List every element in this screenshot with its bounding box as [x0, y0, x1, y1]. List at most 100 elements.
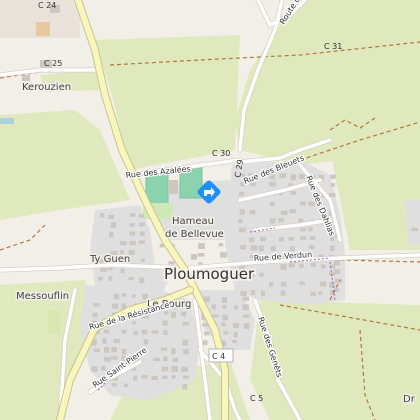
building [110, 222, 117, 229]
building [248, 237, 255, 243]
building [163, 330, 168, 335]
building [161, 347, 168, 351]
building [222, 305, 227, 309]
building [108, 214, 114, 219]
building [198, 253, 205, 257]
building [220, 252, 227, 258]
building [101, 365, 106, 371]
building [99, 213, 105, 218]
building [309, 245, 315, 249]
building [163, 311, 169, 315]
building [171, 311, 176, 318]
building [198, 243, 205, 249]
building [190, 254, 198, 260]
building [278, 237, 285, 242]
building [221, 322, 226, 327]
town-label-ploumoguer: Ploumoguer [164, 265, 255, 283]
building [140, 231, 145, 236]
building [153, 357, 161, 362]
building [320, 281, 327, 287]
building [141, 329, 148, 335]
building [104, 347, 110, 353]
building [233, 323, 240, 329]
building [310, 236, 316, 240]
building [280, 290, 286, 296]
building [212, 314, 219, 318]
building [162, 375, 168, 380]
building [139, 222, 145, 227]
building [321, 264, 326, 269]
place-label-kerouzien: Kerouzien [22, 82, 71, 93]
building [128, 277, 134, 280]
building [91, 366, 98, 372]
building [299, 201, 306, 206]
building [239, 227, 246, 233]
building [171, 375, 176, 379]
building [258, 245, 264, 252]
ref-label-c5: C 5 [250, 394, 263, 403]
ref-label-c4: C 4 [212, 352, 225, 361]
building [218, 243, 224, 247]
building [333, 260, 340, 266]
building [278, 218, 284, 223]
building [92, 312, 98, 318]
building [203, 331, 210, 336]
building [239, 209, 245, 215]
building [222, 314, 228, 321]
building [121, 348, 127, 355]
building [120, 241, 127, 246]
map-canvas[interactable]: Kerouzien Messouflin Ty Guen Hameau de B… [0, 0, 420, 420]
building [93, 348, 100, 353]
building [249, 210, 256, 215]
building [329, 282, 335, 288]
building [211, 304, 216, 310]
building [280, 281, 287, 287]
ref-label-c31: C 31 [324, 42, 342, 51]
place-label-de-bellevue: de Bellevue [165, 229, 224, 240]
building [163, 356, 168, 362]
building [223, 331, 229, 335]
building [131, 321, 137, 325]
building [120, 268, 125, 274]
building [333, 269, 341, 275]
building [111, 356, 118, 360]
building [130, 213, 136, 217]
building [330, 183, 335, 187]
building [202, 340, 208, 345]
building [280, 264, 287, 271]
building [133, 330, 138, 336]
building [221, 297, 228, 303]
building [335, 278, 342, 283]
building [102, 338, 107, 344]
building [129, 231, 136, 236]
building [98, 276, 103, 281]
place-label-messouflin: Messouflin [16, 291, 69, 302]
building [411, 227, 418, 231]
building [280, 210, 288, 215]
building [269, 282, 274, 287]
building [202, 323, 209, 327]
building [242, 304, 249, 311]
building [171, 366, 178, 372]
building [233, 305, 238, 310]
building [240, 290, 247, 296]
building [308, 227, 313, 232]
ref-label-c30: C 30 [212, 149, 230, 158]
building [183, 348, 189, 355]
ref-label-c25: C 25 [44, 59, 62, 68]
building [239, 245, 246, 250]
building [133, 375, 138, 381]
building [92, 302, 100, 307]
building [250, 245, 258, 251]
building [290, 174, 297, 181]
building [181, 366, 188, 372]
building [250, 290, 256, 295]
building [121, 329, 127, 334]
building [310, 291, 316, 297]
ref-shield-c4: C 4 [208, 348, 234, 363]
building [111, 347, 117, 353]
building [259, 272, 264, 277]
building [123, 383, 129, 388]
building [269, 201, 275, 206]
building [330, 236, 335, 242]
